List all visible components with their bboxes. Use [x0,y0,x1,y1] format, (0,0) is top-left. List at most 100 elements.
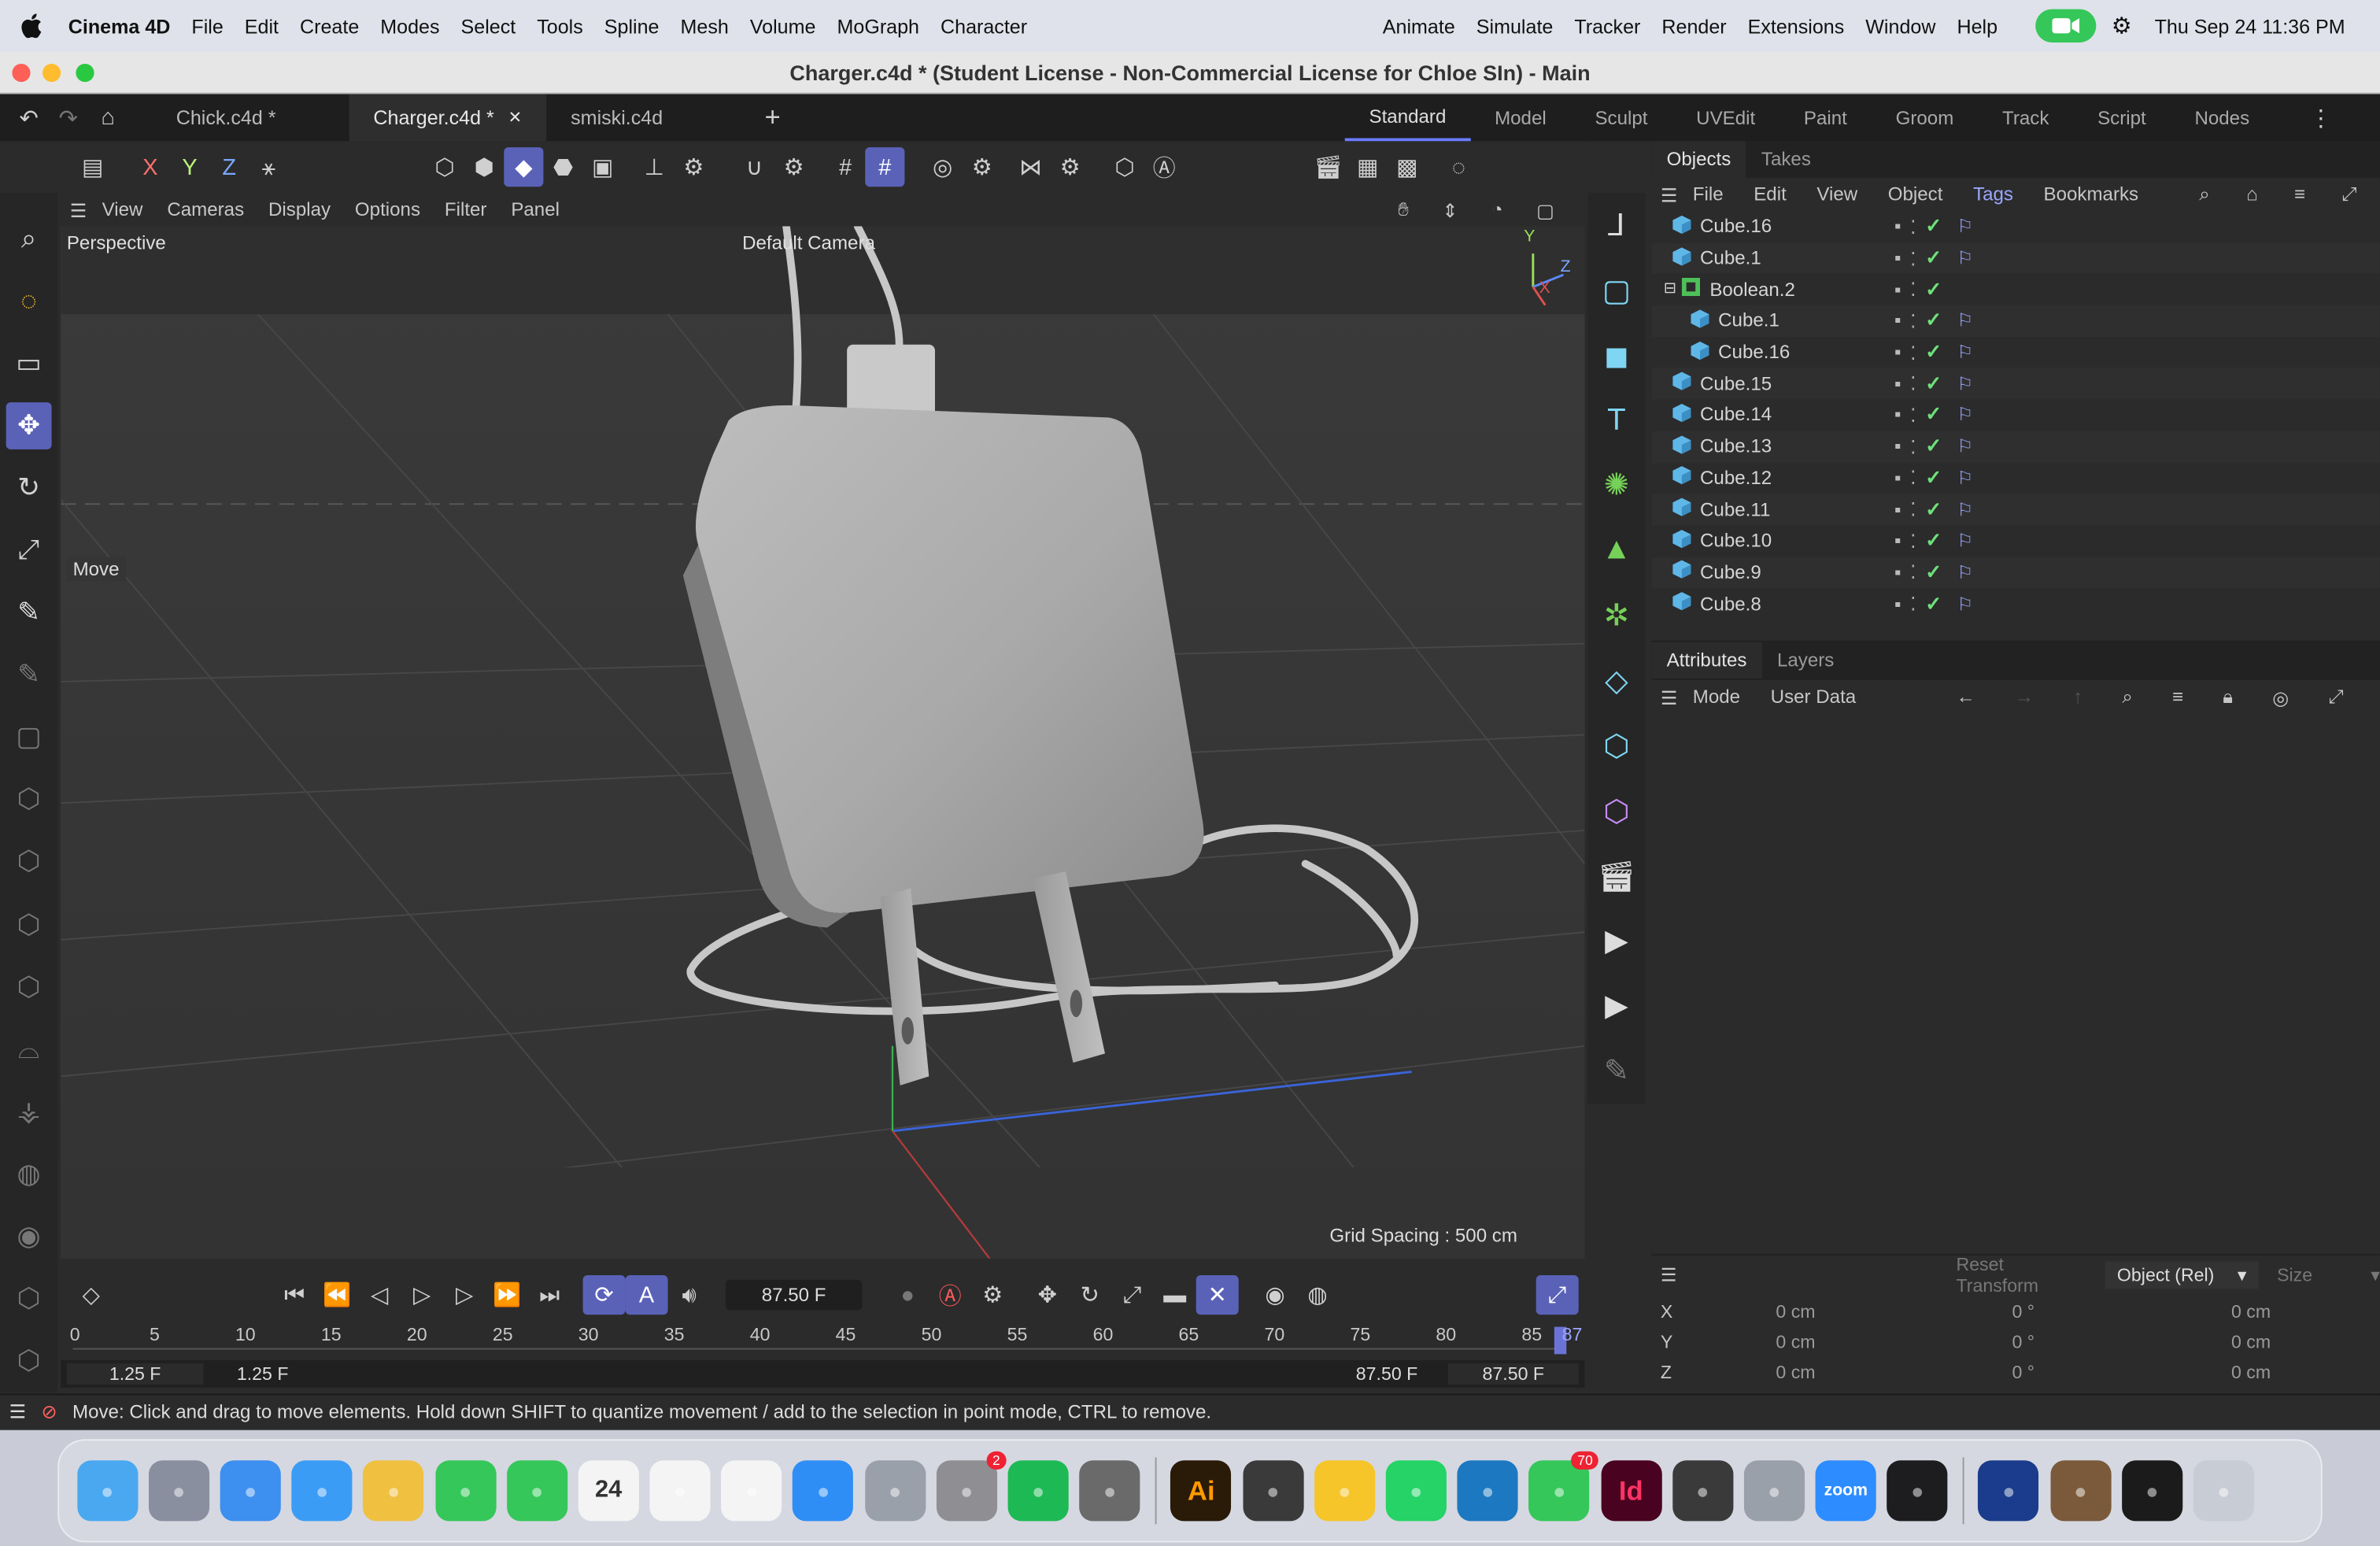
attributes-expand-icon[interactable]: ⤢ [2328,686,2343,708]
coordinate-mode-select[interactable]: Object (Rel) ▾ [2105,1260,2259,1289]
visibility-dots-icon[interactable]: ⁚ [1910,216,1916,238]
layer-edit-icon[interactable]: ▪ [1894,561,1901,583]
attributes-filter-icon[interactable]: ≡ [2172,686,2183,708]
layer-edit-icon[interactable]: ▪ [1894,405,1901,426]
range-start-field[interactable]: 1.25 F [66,1363,204,1385]
objects-menu-bookmarks[interactable]: Bookmarks [2044,183,2139,205]
cube-primitive-icon[interactable]: ◼ [1592,332,1641,379]
visibility-dots-icon[interactable]: ⁚ [1910,404,1916,427]
timeline-expand-icon[interactable]: ⤢ [1536,1274,1579,1315]
visibility-dots-icon[interactable]: ⁚ [1910,530,1916,552]
enabled-check-icon[interactable]: ✓ [1925,466,1942,490]
dock-app-notes[interactable]: ● [721,1460,782,1522]
attributes-tab-attributes[interactable]: Attributes [1651,642,1762,679]
preview-range-bar[interactable]: 1.25 F 1.25 F 87.50 F 87.50 F [61,1359,1585,1388]
object-row[interactable]: Cube.11 ▪ ⁚ ✓ ⚐ [1651,494,2380,526]
tag-flag-icon[interactable]: ⚐ [1957,373,1974,394]
enabled-check-icon[interactable]: ✓ [1925,403,1942,427]
dock-app-app-store[interactable]: ● [793,1460,854,1522]
layer-edit-icon[interactable]: ▪ [1894,310,1901,331]
pan-hand-icon[interactable]: ✋︎ [1398,198,1409,221]
magnet-icon[interactable]: ⬡ [6,1275,52,1322]
camera-2-icon[interactable]: ▶ [1592,982,1641,1030]
layer-edit-icon[interactable]: ▪ [1894,530,1901,551]
objects-home-icon[interactable]: ⌂ [2246,183,2258,205]
motion-system-icon[interactable]: ◉ [1254,1275,1296,1315]
dock-app-terminal-window[interactable]: ● [2121,1460,2182,1522]
polygons-mode-icon[interactable]: ◆ [504,147,544,187]
tag-flag-icon[interactable]: ⚐ [1957,342,1974,363]
camera-icon[interactable]: ▶ [1592,918,1641,965]
object-row[interactable]: Cube.13 ▪ ⁚ ✓ ⚐ [1651,431,2380,463]
object-name[interactable]: Cube.12 [1700,468,1772,489]
object-name[interactable]: Boolean.2 [1709,279,1795,300]
layer-edit-icon[interactable]: ▪ [1894,373,1901,394]
render-view-icon[interactable]: 🎬︎ [1308,147,1347,187]
objects-hamburger-icon[interactable]: ☰ [1661,183,1678,205]
object-mode-icon[interactable]: ▣ [583,147,623,187]
extrude-icon[interactable]: ⬡ [6,776,52,823]
enabled-check-icon[interactable]: ✓ [1925,529,1942,553]
object-row[interactable]: Cube.12 ▪ ⁚ ✓ ⚐ [1651,462,2380,494]
zoom-window-button[interactable] [76,63,94,83]
loop-cut-icon[interactable]: ◍ [6,1150,52,1197]
object-name[interactable]: Cube.14 [1700,405,1772,426]
reset-transform-button[interactable]: Reset Transform [1956,1253,2086,1296]
bridge-icon[interactable]: ⚶ [6,1088,52,1135]
generator-icon[interactable]: ⬡ [1592,787,1641,834]
visibility-dots-icon[interactable]: ⁚ [1910,341,1916,364]
dock-app-disk-utility[interactable]: ● [1743,1460,1805,1522]
enabled-check-icon[interactable]: ✓ [1925,435,1942,459]
tag-flag-icon[interactable]: ⚐ [1957,310,1974,331]
symmetry-gear-icon[interactable]: ⚙ [1051,147,1090,187]
document-tab[interactable]: Chick.c4d * [152,94,349,142]
tag-flag-icon[interactable]: ⚐ [1957,530,1974,551]
autokeying-icon[interactable]: Ⓐ [929,1275,971,1315]
attributes-hamburger-icon[interactable]: ☰ [1661,686,1678,708]
brush-tool-icon[interactable]: ▢ [6,714,52,761]
up-arrow-icon[interactable]: ↑ [2073,686,2082,708]
close-tab-icon[interactable]: ✕ [508,108,523,128]
points-mode-icon[interactable]: ⬡ [425,147,464,187]
coordinates-hamburger-icon[interactable]: ☰ [1661,1264,1677,1285]
edges-mode-icon[interactable]: ⬢ [464,147,504,187]
dock-app-phone[interactable]: ● [506,1460,567,1522]
dock-app-browser[interactable]: ● [1672,1460,1733,1522]
timeline-ruler[interactable]: 0 5 10 15 20 25 30 35 40 45 50 55 60 65 70 75 80 85 87 [70,1324,1585,1357]
live-selection-icon[interactable]: ◌ [6,278,52,325]
soft-selection-icon[interactable]: ◎ [923,147,963,187]
menubar-item-modes[interactable]: Modes [370,14,450,37]
objects-menu-edit[interactable]: Edit [1754,183,1787,205]
rectangle-selection-icon[interactable]: ▭ [6,340,52,387]
key-pla-icon[interactable]: ✕ [1196,1274,1239,1315]
snap-settings-gear-icon[interactable]: ⚙ [774,147,814,187]
autokey-mode-icon[interactable]: A [625,1274,668,1315]
key-scale-icon[interactable]: ⤢ [1111,1275,1154,1315]
dock-app-zoom[interactable]: zoom [1815,1460,1876,1522]
viewport-menu-filter[interactable]: Filter [445,199,487,220]
layout-tab-script[interactable]: Script [2073,94,2170,142]
dock-app-safari[interactable]: ● [220,1460,281,1522]
enabled-check-icon[interactable]: ✓ [1925,497,1942,522]
layer-edit-icon[interactable]: ▪ [1894,499,1901,520]
axis-center-icon[interactable]: ⅃ [1592,202,1641,249]
back-arrow-icon[interactable]: ← [1957,686,1975,708]
objects-expand-icon[interactable]: ⤢ [2341,183,2356,205]
menubar-item-file[interactable]: File [181,14,234,37]
loop-icon[interactable]: ⟳ [582,1274,626,1315]
attributes-search-icon[interactable]: ⌕ [2122,686,2133,708]
layer-edit-icon[interactable]: ▪ [1894,593,1901,614]
objects-tab-takes[interactable]: Takes [1746,149,1827,170]
menubar-item-tracker[interactable]: Tracker [1564,14,1651,37]
minimize-window-button[interactable] [42,63,61,83]
object-name[interactable]: Cube.11 [1700,499,1770,520]
object-name[interactable]: Cube.10 [1700,530,1772,551]
keyframe-settings-icon[interactable]: ⚙ [971,1275,1014,1315]
visibility-dots-icon[interactable]: ⁚ [1910,592,1916,615]
play-icon[interactable]: ▷ [401,1275,443,1315]
move-tool-icon[interactable]: ✥ [6,402,52,450]
object-row[interactable]: Cube.9 ▪ ⁚ ✓ ⚐ [1651,556,2380,588]
objects-filter-icon[interactable]: ≡ [2294,183,2305,205]
paint-brush-icon[interactable]: ✎ [1592,1048,1641,1095]
menubar-item-simulate[interactable]: Simulate [1465,14,1564,37]
